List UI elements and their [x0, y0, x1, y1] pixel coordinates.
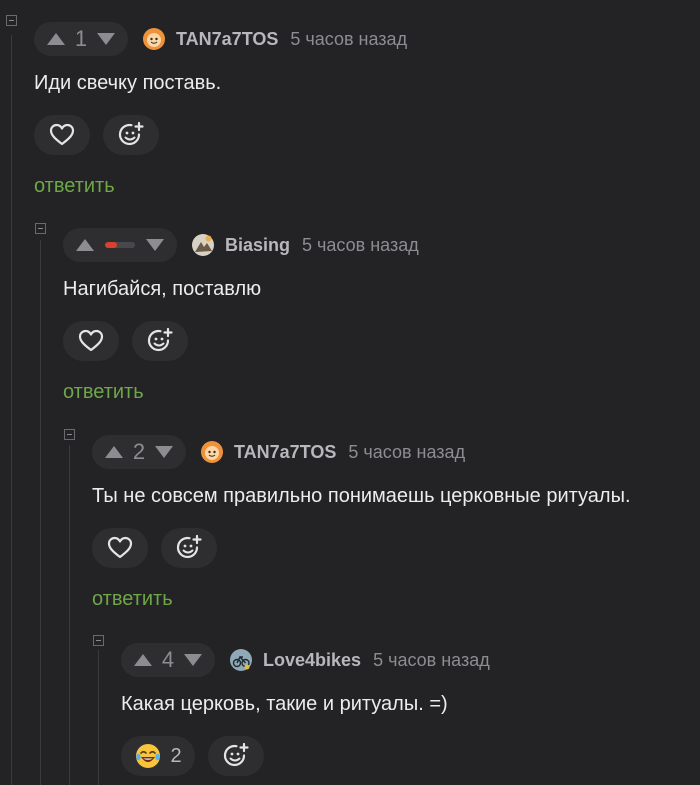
heart-icon: [78, 329, 104, 352]
collapse-thread-button[interactable]: [93, 635, 104, 646]
add-reaction-button[interactable]: [132, 321, 188, 361]
collapse-thread-button[interactable]: [35, 223, 46, 234]
comment-actions: [92, 528, 631, 568]
downvote-button[interactable]: [94, 27, 118, 51]
comment-actions: [63, 321, 419, 361]
add-reaction-button[interactable]: [103, 115, 159, 155]
upvote-button[interactable]: [131, 648, 155, 672]
add-emoji-icon: [223, 742, 249, 767]
comment-text: Какая церковь, такие и ритуалы. =): [121, 693, 448, 715]
avatar[interactable]: [229, 648, 253, 672]
comment-actions: [34, 115, 407, 155]
avatar[interactable]: [200, 440, 224, 464]
upvote-button[interactable]: [44, 27, 68, 51]
comment-timestamp[interactable]: 5 часов назад: [348, 442, 465, 463]
smiley-avatar-icon: [143, 28, 165, 50]
arrow-down-icon: [155, 446, 173, 458]
thread-line: [40, 240, 41, 785]
rating-minus-indicator: [105, 242, 135, 248]
comment: Biasing 5 часов назад Нагибайся, поставл…: [63, 228, 419, 404]
comment-timestamp[interactable]: 5 часов назад: [302, 235, 419, 256]
rating-score: 1: [74, 26, 88, 51]
comment: 2 TAN7a7TOS 5 часов назад Ты не совсем п…: [92, 435, 631, 611]
like-button[interactable]: [92, 528, 148, 568]
arrow-up-icon: [47, 33, 65, 45]
comment-actions: 2: [121, 736, 490, 776]
author-name[interactable]: Biasing: [225, 235, 290, 256]
author-name[interactable]: Love4bikes: [263, 650, 361, 671]
user-avatar-icon: [192, 234, 214, 256]
thread-line: [98, 650, 99, 785]
comment-text: Иди свечку поставь.: [34, 72, 222, 94]
arrow-down-icon: [184, 654, 202, 666]
add-emoji-icon: [147, 327, 173, 352]
comment-timestamp[interactable]: 5 часов назад: [290, 29, 407, 50]
add-reaction-button[interactable]: [208, 736, 264, 776]
heart-icon: [49, 123, 75, 146]
comment-header: Biasing 5 часов назад: [63, 228, 419, 262]
comment: 4 Love4bikes 5 часов назад Какая церковь…: [121, 643, 490, 776]
comment-text: Ты не совсем правильно понимаешь церковн…: [92, 485, 631, 507]
author-name[interactable]: TAN7a7TOS: [176, 29, 278, 50]
collapse-thread-button[interactable]: [6, 15, 17, 26]
rating-control: 4: [121, 643, 215, 677]
arrow-up-icon: [76, 239, 94, 251]
arrow-up-icon: [105, 446, 123, 458]
upvote-button[interactable]: [73, 233, 97, 257]
comment-timestamp[interactable]: 5 часов назад: [373, 650, 490, 671]
thread-line: [11, 35, 12, 785]
bike-avatar-icon: [230, 649, 252, 671]
laughing-tears-emoji-icon: [136, 744, 161, 768]
comment: 1 TAN7a7TOS 5 часов назад Иди свечку пос…: [34, 22, 407, 198]
comment-header: 1 TAN7a7TOS 5 часов назад: [34, 22, 407, 56]
thread-line: [69, 445, 70, 785]
rating-score: 2: [132, 439, 146, 464]
comment-text: Нагибайся, поставлю: [63, 278, 262, 300]
rating-score: 4: [161, 647, 175, 672]
like-button[interactable]: [63, 321, 119, 361]
reaction-count: 2: [170, 744, 182, 767]
upvote-button[interactable]: [102, 440, 126, 464]
arrow-down-icon: [146, 239, 164, 251]
reply-link[interactable]: ответить: [34, 175, 115, 198]
avatar[interactable]: [191, 233, 215, 257]
heart-icon: [107, 536, 133, 559]
avatar[interactable]: [142, 27, 166, 51]
comment-header: 4 Love4bikes 5 часов назад: [121, 643, 490, 677]
rating-control: 1: [34, 22, 128, 56]
downvote-button[interactable]: [181, 648, 205, 672]
add-emoji-icon: [118, 121, 144, 146]
arrow-up-icon: [134, 654, 152, 666]
downvote-button[interactable]: [143, 233, 167, 257]
smiley-avatar-icon: [201, 441, 223, 463]
author-name[interactable]: TAN7a7TOS: [234, 442, 336, 463]
reaction-button[interactable]: 2: [121, 736, 195, 776]
rating-control: [63, 228, 177, 262]
reply-link[interactable]: ответить: [92, 588, 173, 611]
collapse-thread-button[interactable]: [64, 429, 75, 440]
arrow-down-icon: [97, 33, 115, 45]
like-button[interactable]: [34, 115, 90, 155]
rating-control: 2: [92, 435, 186, 469]
downvote-button[interactable]: [152, 440, 176, 464]
add-reaction-button[interactable]: [161, 528, 217, 568]
reply-link[interactable]: ответить: [63, 381, 144, 404]
add-emoji-icon: [176, 534, 202, 559]
comment-header: 2 TAN7a7TOS 5 часов назад: [92, 435, 631, 469]
